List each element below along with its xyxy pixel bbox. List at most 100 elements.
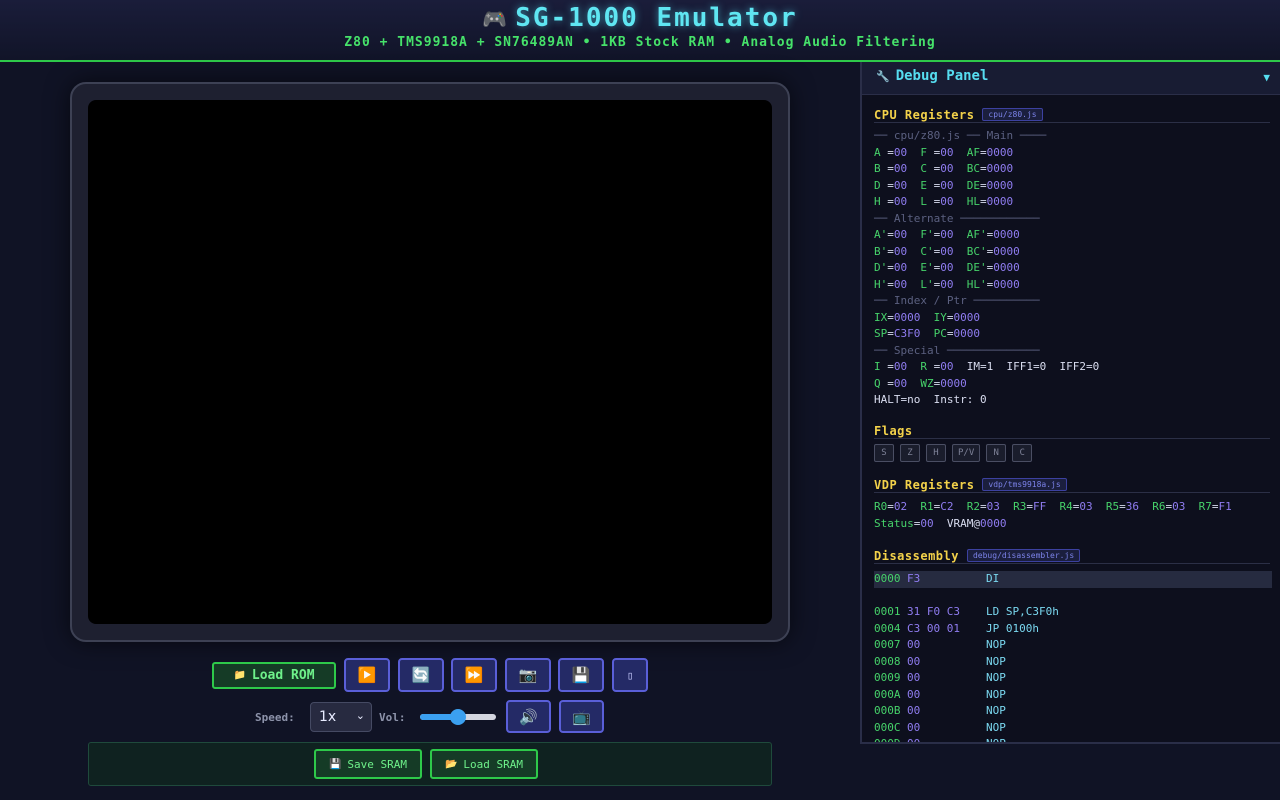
vdp-r3: FF (1033, 500, 1047, 513)
reg-iy: 0000 (953, 310, 981, 324)
reset-button[interactable]: 🔄 (398, 658, 444, 692)
gamepad-icon: 🎮 (482, 7, 510, 31)
disasm-row[interactable] (874, 588, 1272, 605)
speed-value: 1x (319, 709, 337, 725)
fast-forward-icon: ⏩ (464, 666, 484, 684)
flags-section-title: Flags (874, 424, 913, 438)
reg-af: 0000 (986, 145, 1014, 159)
reg-c-alt: 00 (940, 244, 954, 258)
cpu-source-tag: cpu/z80.js (982, 108, 1043, 121)
disasm-bytes: 00 (907, 737, 921, 744)
reg-af-alt: 0000 (993, 228, 1020, 241)
disasm-row[interactable]: 000B 00 NOP (874, 703, 1272, 720)
flag-pv: P/V (952, 444, 981, 462)
disasm-row-current[interactable]: 0000 F3 DI (874, 571, 1272, 588)
collapse-toggle-icon[interactable]: ▼ (1263, 71, 1270, 84)
disasm-mnemonic: LD SP,C3F0h (986, 605, 1059, 618)
vdp-r0: 02 (893, 500, 908, 513)
reg-e: 00 (940, 178, 954, 192)
disasm-row[interactable]: 0008 00 NOP (874, 654, 1272, 671)
reg-c: 00 (940, 162, 954, 175)
load-rom-button[interactable]: 📁 Load ROM (212, 662, 336, 689)
vdp-r6: 03 (1172, 500, 1186, 513)
disasm-bytes: 00 (907, 720, 921, 734)
load-sram-label: Load SRAM (463, 757, 524, 771)
disasm-bytes: 00 (907, 638, 921, 651)
disasm-mnemonic: NOP (986, 654, 1006, 668)
flags-section-header: Flags (874, 420, 1270, 439)
separator-alternate: ── Alternate ──────────── (874, 211, 1040, 225)
reset-icon: 🔄 (411, 666, 431, 684)
disasm-row[interactable]: 0001 31 F0 C3 LD SP,C3F0h (874, 604, 1272, 621)
vdp-r1: C2 (940, 500, 954, 513)
display-button[interactable]: 📺 (559, 700, 604, 733)
vdp-r2: 03 (986, 500, 1000, 513)
debug-panel-title: Debug Panel (895, 68, 989, 84)
reg-h: 00 (893, 195, 908, 208)
fast-forward-button[interactable]: ⏩ (451, 658, 497, 692)
vdp-section-header: VDP Registers vdp/tms9918a.js (874, 474, 1270, 493)
debug-panel-header[interactable]: 🔧 Debug Panel ▼ (862, 62, 1280, 95)
save-state-button[interactable]: 💾 (558, 658, 604, 692)
cpu-section-title: CPU Registers (874, 108, 975, 122)
screen-bezel (70, 82, 790, 642)
vdp-source-tag: vdp/tms9918a.js (982, 478, 1067, 491)
play-button[interactable]: ▶️ (344, 658, 390, 692)
disasm-bytes: 00 (907, 704, 921, 717)
disasm-address: 0008 (874, 654, 901, 668)
camera-icon: 📷 (518, 666, 538, 684)
vdp-r4: 03 (1079, 500, 1093, 513)
vdp-r5: 36 (1125, 500, 1139, 513)
reg-bc: 0000 (986, 162, 1014, 175)
disasm-source-tag: debug/disassembler.js (966, 549, 1081, 562)
disasm-row[interactable]: 0009 00 NOP (874, 670, 1272, 687)
disasm-row[interactable]: 000A 00 NOP (874, 687, 1272, 704)
save-sram-button[interactable]: 💾 Save SRAM (314, 749, 422, 779)
chevron-down-icon: ⌄ (355, 709, 365, 722)
speaker-icon: 🔊 (519, 707, 538, 726)
reg-pc: 0000 (953, 327, 981, 340)
reg-h-alt: 00 (893, 277, 908, 291)
reg-b-alt: 00 (893, 244, 908, 258)
mute-button[interactable]: 🔊 (506, 700, 551, 733)
disasm-row[interactable]: 000D 00 NOP (874, 736, 1272, 744)
save-sram-label: Save SRAM (347, 757, 408, 771)
disasm-address: 0007 (874, 638, 901, 651)
volume-slider[interactable] (420, 709, 496, 725)
disasm-address: 0000 (874, 572, 901, 585)
flag-c: C (1012, 444, 1033, 462)
reg-d-alt: 00 (893, 261, 908, 274)
load-sram-button[interactable]: 📂 Load SRAM (430, 749, 538, 779)
disasm-bytes: C3 00 01 (907, 621, 960, 635)
load-state-button[interactable]: ▯ (612, 658, 648, 692)
flag-list: S Z H P/V N C (874, 444, 1033, 462)
load-rom-label: Load ROM (251, 668, 315, 683)
app-title-line: 🎮 SG-1000 Emulator (0, 3, 1280, 33)
reg-q: 00 (893, 376, 908, 390)
reg-f-alt: 00 (940, 228, 954, 241)
separator-index: ── Index / Ptr ────────── (874, 294, 1040, 307)
reg-sp: C3F0 (893, 327, 921, 340)
disasm-row[interactable]: 0004 C3 00 01 JP 0100h (874, 621, 1272, 638)
cpu-register-dump: ── cpu/z80.js ── Main ──── A =00 F =00 A… (874, 129, 1100, 406)
app-subtitle: Z80 + TMS9918A + SN76489AN • 1KB Stock R… (344, 35, 936, 50)
reg-r: 00 (940, 360, 954, 373)
disasm-mnemonic: NOP (986, 671, 1006, 684)
disasm-row[interactable]: 000C 00 NOP (874, 720, 1272, 737)
reg-l: 00 (940, 195, 954, 208)
volume-slider-thumb[interactable] (450, 709, 466, 725)
disasm-address: 000A (874, 687, 901, 701)
disasm-bytes: 00 (907, 687, 921, 701)
wrench-icon: 🔧 (876, 70, 890, 83)
emulator-screen[interactable] (88, 100, 772, 624)
reg-ix: 0000 (893, 310, 921, 324)
screenshot-button[interactable]: 📷 (505, 658, 551, 692)
disasm-address: 0001 (874, 605, 901, 618)
speed-select[interactable]: 1x ⌄ (310, 702, 372, 732)
disasm-row[interactable]: 0007 00 NOP (874, 637, 1272, 654)
separator-main: ── cpu/z80.js ── Main ──── (874, 129, 1047, 142)
vdp-register-dump: R0=02 R1=C2 R2=03 R3=FF R4=03 R5=36 R6=0… (874, 500, 1232, 530)
debug-panel: 🔧 Debug Panel ▼ CPU Registers cpu/z80.js ─… (860, 62, 1280, 744)
disasm-mnemonic: NOP (986, 687, 1006, 701)
vdp-section-title: VDP Registers (874, 478, 975, 492)
